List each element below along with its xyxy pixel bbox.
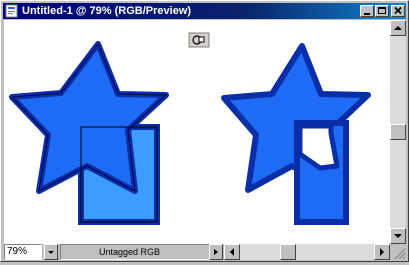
arrow-right-icon [380,248,384,256]
status-menu-button[interactable] [209,244,223,260]
chevron-down-icon [48,251,54,254]
scroll-left-button[interactable] [224,244,240,260]
document-window: Untitled-1 @ 79% (RGB/Preview) 79% Untag… [0,0,409,262]
arrow-up-icon [394,26,402,30]
maximize-icon [378,7,386,14]
vertical-scrollbar[interactable] [390,20,406,244]
status-bar: 79% Untagged RGB [4,244,406,260]
arrow-down-icon [394,234,402,238]
photoshop-document-icon [5,4,18,18]
resize-grip[interactable] [390,244,406,260]
title-bar[interactable]: Untitled-1 @ 79% (RGB/Preview) [3,3,406,19]
window-title: Untitled-1 @ 79% (RGB/Preview) [22,5,192,17]
close-button[interactable] [391,5,405,17]
zoom-menu-button[interactable] [44,244,58,260]
triangle-right-icon [214,249,218,255]
close-icon [394,6,402,15]
horizontal-scroll-thumb[interactable] [280,244,296,260]
resize-grip-icon [394,248,406,260]
canvas-artwork [9,32,371,225]
scroll-right-button[interactable] [374,244,390,260]
maximize-button[interactable] [375,5,389,17]
horizontal-scrollbar[interactable] [224,244,390,260]
arrow-left-icon [230,248,234,256]
zoom-level-field[interactable]: 79% [4,244,42,260]
vertical-scroll-thumb[interactable] [390,124,406,140]
layer-mask-icon[interactable] [188,32,210,48]
document-canvas[interactable] [4,20,390,244]
scroll-up-button[interactable] [390,20,406,36]
minimize-button[interactable] [360,5,374,17]
color-profile-field[interactable]: Untagged RGB [60,244,210,260]
minimize-icon [364,13,370,15]
scroll-down-button[interactable] [390,228,406,244]
